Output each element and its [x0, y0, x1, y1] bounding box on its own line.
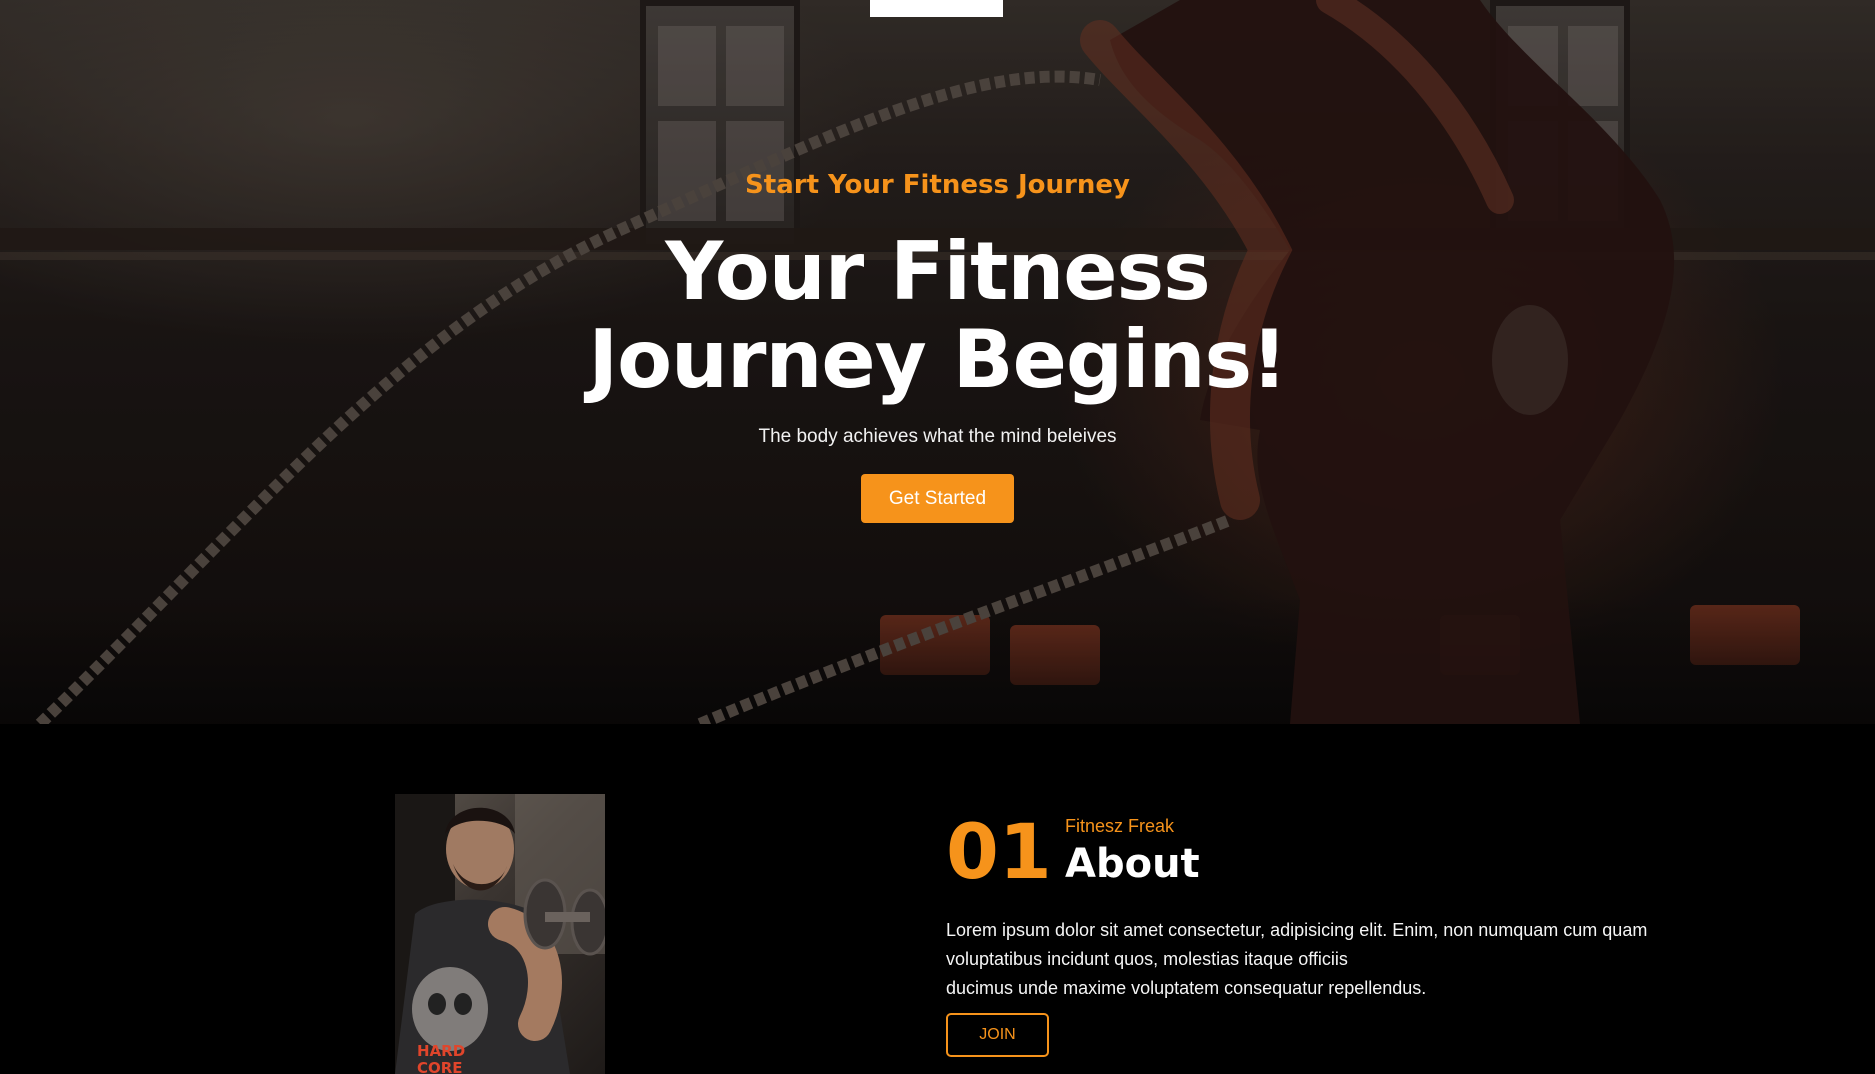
hero-section: Start Your Fitness Journey Your Fitness … — [0, 0, 1875, 724]
section-number: 01 — [946, 807, 1052, 896]
hero-headline: Your Fitness Journey Begins! — [0, 228, 1875, 404]
svg-text:CORE: CORE — [417, 1059, 463, 1074]
about-kicker: Fitnesz Freak — [1065, 816, 1175, 836]
man-lifting-dumbbell-figure: HARD CORE — [395, 794, 605, 1074]
about-section: HARD CORE 01 Fitnesz Freak About Lorem i… — [0, 724, 1875, 1074]
about-title: About — [1065, 841, 1200, 887]
join-button[interactable]: JOIN — [946, 1013, 1049, 1057]
hero-eyebrow: Start Your Fitness Journey — [745, 170, 1130, 200]
headline-line-2: Journey Begins! — [588, 313, 1287, 406]
hero-tagline: The body achieves what the mind beleives — [758, 426, 1117, 447]
get-started-button[interactable]: Get Started — [861, 474, 1014, 523]
top-nav-tab[interactable] — [870, 0, 1003, 17]
about-paragraph-2: ducimus unde maxime voluptatem consequat… — [946, 978, 1427, 998]
headline-line-1: Your Fitness — [665, 225, 1211, 318]
about-image: HARD CORE — [395, 794, 605, 1074]
svg-text:HARD: HARD — [417, 1042, 465, 1060]
about-paragraph-1: Lorem ipsum dolor sit amet consectetur, … — [946, 920, 1648, 969]
hero-content: Start Your Fitness Journey Your Fitness … — [0, 170, 1875, 523]
